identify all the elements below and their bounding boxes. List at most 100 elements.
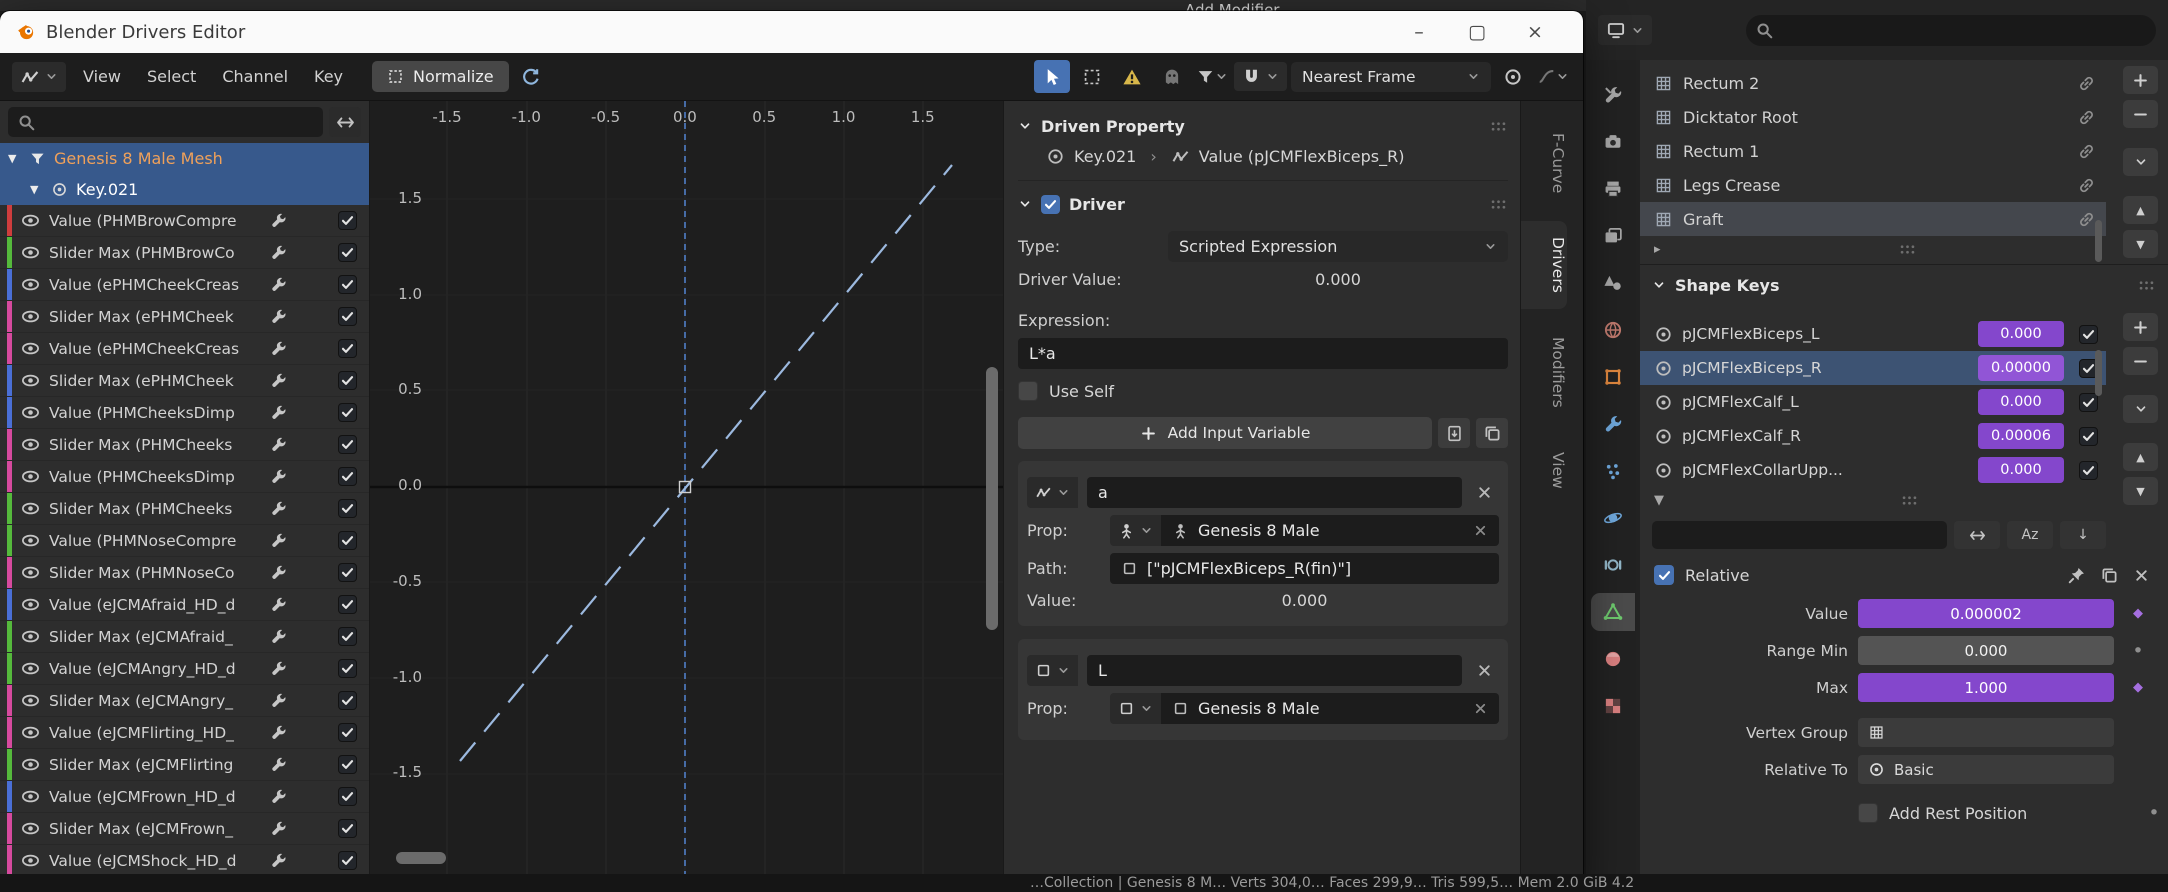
object-list-scrollbar[interactable] — [2095, 220, 2102, 262]
channel-row[interactable]: Value (PHMNoseCompre — [0, 525, 369, 557]
target-object-field[interactable]: Genesis 8 Male — [1161, 515, 1499, 546]
channel-checkbox[interactable] — [338, 851, 357, 870]
flip-region-icon[interactable] — [329, 107, 361, 137]
sidebar-tab-modifiers[interactable]: Modifiers — [1521, 321, 1567, 424]
list-filter-expander-row[interactable]: ▼ — [1640, 487, 2168, 513]
editor-type-dropdown[interactable] — [1598, 15, 1652, 45]
properties-tab-texture[interactable] — [1591, 687, 1635, 725]
maximize-button[interactable]: ▢ — [1453, 21, 1501, 43]
eye-icon[interactable] — [21, 819, 40, 838]
channel-checkbox[interactable] — [338, 691, 357, 710]
paste-variable-icon-button[interactable] — [1476, 418, 1508, 448]
properties-tab-particles[interactable] — [1591, 452, 1635, 490]
object-list-item[interactable]: Rectum 2 — [1640, 66, 2106, 100]
add-rest-position-checkbox[interactable] — [1858, 803, 1878, 823]
shape-keys-panel-header[interactable]: Shape Keys — [1640, 267, 2168, 303]
channel-checkbox[interactable] — [338, 275, 357, 294]
expander-icon[interactable]: ▼ — [1654, 493, 1664, 508]
shape-key-mute-checkbox[interactable] — [2079, 461, 2098, 480]
eye-icon[interactable] — [21, 755, 40, 774]
filter-invert-button[interactable] — [1954, 521, 2000, 549]
sort-reverse-button[interactable]: ↓ — [2060, 521, 2106, 549]
proportional-edit-toggle[interactable] — [1495, 60, 1531, 93]
eye-icon[interactable] — [21, 723, 40, 742]
eye-icon[interactable] — [21, 211, 40, 230]
vertex-group-field[interactable] — [1858, 718, 2114, 747]
eye-icon[interactable] — [21, 787, 40, 806]
breadcrumb-owner[interactable]: Key.021 — [1074, 147, 1136, 166]
rna-path-field[interactable]: ["pJCMFlexBiceps_R(fin)"] — [1110, 553, 1499, 584]
graph-area[interactable]: -1.5-1.0-0.50.00.51.01.51.51.00.50.0-0.5… — [370, 101, 1003, 892]
channel-checkbox[interactable] — [338, 467, 357, 486]
channel-checkbox[interactable] — [338, 595, 357, 614]
variable-name-input[interactable]: a — [1087, 477, 1462, 508]
channel-checkbox[interactable] — [338, 307, 357, 326]
grip-icon[interactable] — [1898, 240, 1917, 259]
value-slider-driven[interactable]: 0.000002 — [1858, 599, 2114, 628]
eye-icon[interactable] — [21, 307, 40, 326]
window-titlebar[interactable]: Blender Drivers Editor – ▢ × — [0, 11, 1583, 53]
driven-decorator-icon[interactable]: ◆ — [2124, 606, 2152, 621]
close-button[interactable]: × — [1511, 21, 1559, 43]
channel-row[interactable]: Slider Max (eJCMFrown_ — [0, 813, 369, 845]
move-up-button[interactable]: ▲ — [2123, 196, 2158, 224]
sidebar-tab-view[interactable]: View — [1521, 436, 1567, 505]
expander-icon[interactable]: ▸ — [1654, 242, 1661, 257]
eye-icon[interactable] — [21, 659, 40, 678]
add-shape-key-button[interactable] — [2123, 313, 2158, 341]
eye-icon[interactable] — [21, 467, 40, 486]
channel-row[interactable]: Value (eJCMFlirting_HD_ — [0, 717, 369, 749]
only-selected-toggle[interactable] — [1034, 60, 1070, 93]
snap-dropdown[interactable] — [1234, 62, 1287, 91]
vertical-scrollbar[interactable] — [986, 367, 998, 630]
shape-key-value-slider[interactable]: 0.000 — [1978, 321, 2064, 347]
eye-icon[interactable] — [21, 403, 40, 422]
channel-row[interactable]: Slider Max (PHMBrowCo — [0, 237, 369, 269]
channel-checkbox[interactable] — [338, 723, 357, 742]
channel-checkbox[interactable] — [338, 819, 357, 838]
remove-variable-button[interactable] — [1469, 477, 1499, 508]
shape-key-row[interactable]: pJCMFlexBiceps_R 0.00000 — [1640, 351, 2106, 385]
properties-tab-object[interactable] — [1591, 358, 1635, 396]
link-icon[interactable] — [2077, 142, 2096, 161]
menu-view[interactable]: View — [70, 61, 134, 92]
shape-key-row[interactable]: pJCMFlexCalf_R 0.00006 — [1640, 419, 2106, 453]
channel-checkbox[interactable] — [338, 243, 357, 262]
channel-row[interactable]: Slider Max (eJCMFlirting — [0, 749, 369, 781]
expression-input[interactable]: L*a — [1018, 338, 1508, 369]
object-list-item[interactable]: Rectum 1 — [1640, 134, 2106, 168]
horizontal-scrollbar[interactable] — [396, 852, 446, 864]
sidebar-tab-drivers[interactable]: Drivers — [1521, 221, 1567, 309]
channel-checkbox[interactable] — [338, 435, 357, 454]
copy-icon[interactable] — [2100, 566, 2119, 585]
list-filter-input[interactable] — [1652, 521, 1947, 549]
grip-icon[interactable] — [1900, 491, 1919, 510]
relative-checkbox[interactable] — [1654, 565, 1674, 585]
grip-icon[interactable] — [1489, 195, 1508, 214]
channel-checkbox[interactable] — [338, 371, 357, 390]
object-list-item[interactable]: Dicktator Root — [1640, 100, 2106, 134]
minimize-button[interactable]: – — [1395, 21, 1443, 43]
channel-row[interactable]: Value (eJCMAngry_HD_d — [0, 653, 369, 685]
eye-icon[interactable] — [21, 627, 40, 646]
channel-checkbox[interactable] — [338, 499, 357, 518]
channel-checkbox[interactable] — [338, 787, 357, 806]
remove-shape-key-button[interactable] — [2123, 347, 2158, 375]
channel-row[interactable]: Value (ePHMCheekCreas — [0, 333, 369, 365]
variable-type-dropdown[interactable] — [1027, 655, 1078, 686]
shape-key-scrollbar[interactable] — [2095, 350, 2102, 396]
breadcrumb-property[interactable]: Value (pJCMFlexBiceps_R) — [1199, 147, 1405, 166]
channel-checkbox[interactable] — [338, 627, 357, 646]
channel-checkbox[interactable] — [338, 531, 357, 550]
ghost-curves-toggle[interactable] — [1154, 60, 1190, 93]
channel-checkbox[interactable] — [338, 403, 357, 422]
copy-variable-icon-button[interactable] — [1438, 418, 1470, 448]
eye-icon[interactable] — [21, 243, 40, 262]
properties-tab-object-data[interactable] — [1591, 593, 1635, 631]
channel-row[interactable]: Slider Max (eJCMAfraid_ — [0, 621, 369, 653]
channel-row[interactable]: Value (eJCMFrown_HD_d — [0, 781, 369, 813]
normalize-button[interactable]: Normalize — [372, 61, 509, 92]
eye-icon[interactable] — [21, 563, 40, 582]
link-icon[interactable] — [2077, 210, 2096, 229]
show-errors-toggle[interactable] — [1114, 60, 1150, 93]
